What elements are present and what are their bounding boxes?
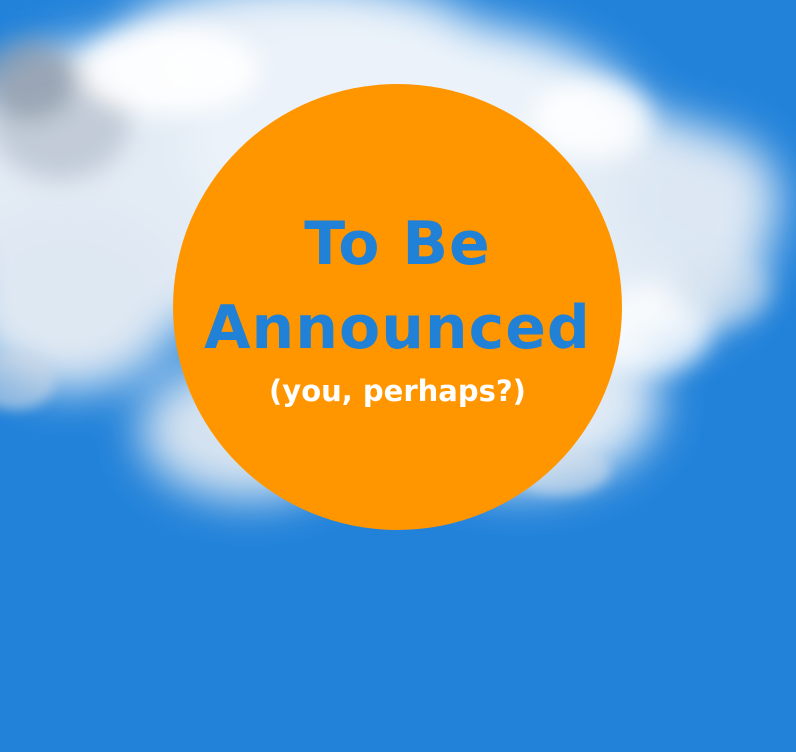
tba-circle-badge: To Be Announced (you, perhaps?)	[173, 84, 622, 530]
headline-line-1: To Be	[304, 209, 491, 279]
announcement-graphic: To Be Announced (you, perhaps?)	[0, 0, 796, 752]
subtitle: (you, perhaps?)	[269, 374, 526, 408]
headline-line-2: Announced	[204, 293, 591, 363]
